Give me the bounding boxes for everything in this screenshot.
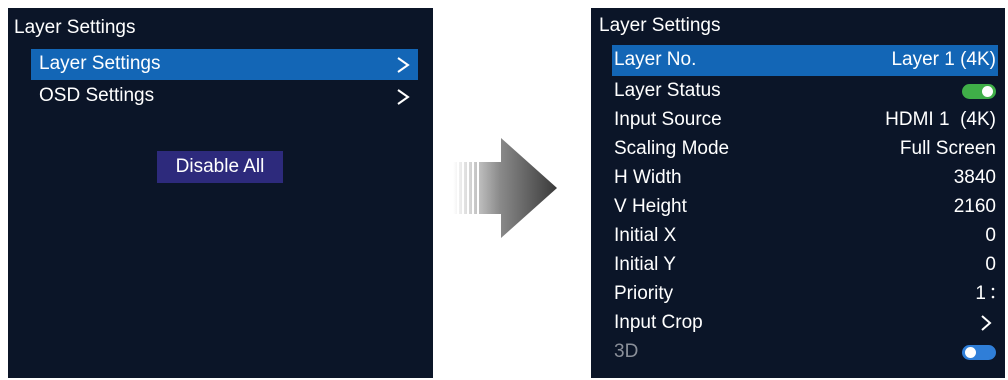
row-label: Layer No.	[614, 49, 697, 70]
row-priority[interactable]: Priority 1	[612, 281, 998, 307]
row-v-height[interactable]: V Height 2160	[612, 194, 998, 220]
initial-x-value: 0	[985, 225, 996, 246]
row-label: H Width	[614, 167, 682, 188]
arrow-right-icon	[453, 138, 557, 238]
chevron-right-icon	[981, 315, 992, 331]
chevron-right-icon	[397, 57, 410, 73]
menu-title: Layer Settings	[14, 17, 136, 38]
row-3d[interactable]: 3D	[612, 339, 998, 365]
page-title: Layer Settings	[599, 15, 721, 36]
row-label: Initial Y	[614, 254, 676, 275]
h-width-value: 3840	[953, 167, 996, 188]
layer-settings-menu-screen: Layer Settings Layer Settings OSD Settin…	[8, 8, 433, 378]
row-layer-no[interactable]: Layer No. Layer 1 (4K)	[612, 45, 998, 76]
v-height-value: 2160	[953, 196, 996, 217]
row-label: Input Crop	[614, 312, 703, 333]
row-initial-y[interactable]: Initial Y 0	[612, 252, 998, 278]
menu-item-label: Layer Settings	[39, 53, 161, 74]
scaling-mode-value: Full Screen	[899, 138, 996, 159]
row-label: Scaling Mode	[614, 138, 730, 159]
row-initial-x[interactable]: Initial X 0	[612, 223, 998, 249]
row-label: V Height	[614, 196, 687, 217]
layer-settings-detail-screen: Layer Settings Layer No. Layer 1 (4K) La…	[591, 8, 1005, 378]
input-source-value: HDMI 1 (4K)	[885, 109, 996, 130]
row-input-crop[interactable]: Input Crop	[612, 310, 998, 336]
disable-all-button[interactable]: Disable All	[157, 151, 283, 183]
chevron-right-icon	[397, 89, 410, 105]
initial-y-value: 0	[985, 254, 996, 275]
row-label: Initial X	[614, 225, 677, 246]
menu-item-osd-settings[interactable]: OSD Settings	[31, 81, 418, 112]
toggle-knob	[965, 347, 976, 358]
disable-all-label: Disable All	[175, 156, 265, 177]
row-label: Layer Status	[614, 80, 721, 101]
layer-no-value: Layer 1 (4K)	[891, 49, 996, 70]
row-layer-status[interactable]: Layer Status	[612, 78, 998, 104]
row-label: Priority	[614, 283, 674, 304]
priority-value-group: 1	[975, 283, 996, 305]
row-scaling-mode[interactable]: Scaling Mode Full Screen	[612, 136, 998, 162]
spinner-icon[interactable]	[990, 286, 996, 300]
toggle-knob	[982, 86, 993, 97]
layer-status-toggle[interactable]	[962, 84, 996, 99]
menu-item-label: OSD Settings	[39, 85, 155, 106]
priority-value: 1	[975, 283, 986, 304]
3d-toggle[interactable]	[962, 345, 996, 360]
row-label: 3D	[614, 341, 639, 362]
row-h-width[interactable]: H Width 3840	[612, 165, 998, 191]
row-input-source[interactable]: Input Source HDMI 1 (4K)	[612, 107, 998, 133]
row-label: Input Source	[614, 109, 722, 130]
menu-item-layer-settings[interactable]: Layer Settings	[31, 49, 418, 80]
